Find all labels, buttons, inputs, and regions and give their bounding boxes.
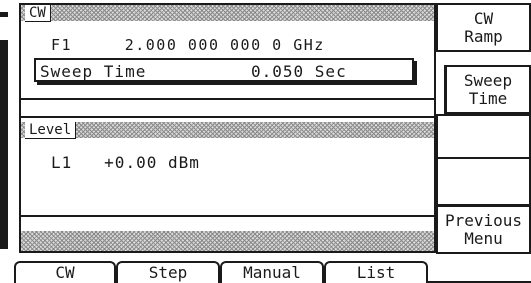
cw-header-bar: CW: [21, 5, 434, 22]
softkey-column: CW Ramp Sweep Time Previous Menu: [436, 3, 531, 254]
tab-label: Step: [148, 263, 188, 282]
softkey-label: Ramp: [464, 26, 503, 46]
softkey-cw-ramp[interactable]: CW Ramp: [436, 3, 531, 52]
softkey-label: CW: [473, 8, 494, 28]
frequency-label: F1: [51, 36, 73, 54]
level-label: L1: [51, 153, 73, 172]
mode-tab-bar: CW Step Manual List: [14, 261, 531, 283]
softkey-blank-3[interactable]: [436, 114, 531, 163]
softkey-blank-4[interactable]: [436, 157, 531, 206]
main-display: CW F1 2.000 000 000 0 GHz Sweep Time 0.0…: [19, 3, 436, 253]
divider: [21, 98, 434, 100]
divider: [21, 116, 434, 118]
tab-label: Manual: [243, 263, 301, 282]
tab-manual[interactable]: Manual: [220, 261, 324, 283]
softkey-label: Sweep: [463, 70, 513, 90]
softkey-sweep-time[interactable]: Sweep Time: [444, 65, 531, 114]
tab-label: List: [356, 263, 396, 282]
level-row: L1 +0.00 dBm: [51, 153, 200, 172]
tab-list[interactable]: List: [324, 261, 428, 283]
softkey-label: Previous: [444, 210, 523, 230]
sweep-time-label: Sweep Time: [40, 62, 147, 81]
frequency-value: 2.000 000 000 0 GHz: [124, 36, 325, 54]
tab-cw[interactable]: CW: [14, 261, 116, 283]
softkey-label: Time: [468, 88, 508, 108]
divider: [21, 215, 434, 217]
cw-header-title: CW: [25, 5, 51, 22]
level-header-title: Level: [25, 122, 77, 139]
left-edge-bar: [0, 40, 8, 249]
softkey-label: Menu: [464, 228, 503, 248]
sweep-time-entry[interactable]: Sweep Time 0.050 Sec: [34, 58, 414, 82]
frequency-row: F1 2.000 000 000 0 GHz: [51, 36, 325, 54]
level-value: +0.00 dBm: [104, 153, 200, 172]
softkey-previous-menu[interactable]: Previous Menu: [436, 205, 531, 254]
level-header-bar: Level: [21, 122, 434, 139]
tab-step[interactable]: Step: [116, 261, 220, 283]
sweep-time-value[interactable]: 0.050 Sec: [251, 62, 347, 81]
left-edge-marker: [0, 12, 8, 17]
footer-hatch-bar: [21, 231, 434, 251]
tab-label: CW: [55, 263, 75, 282]
